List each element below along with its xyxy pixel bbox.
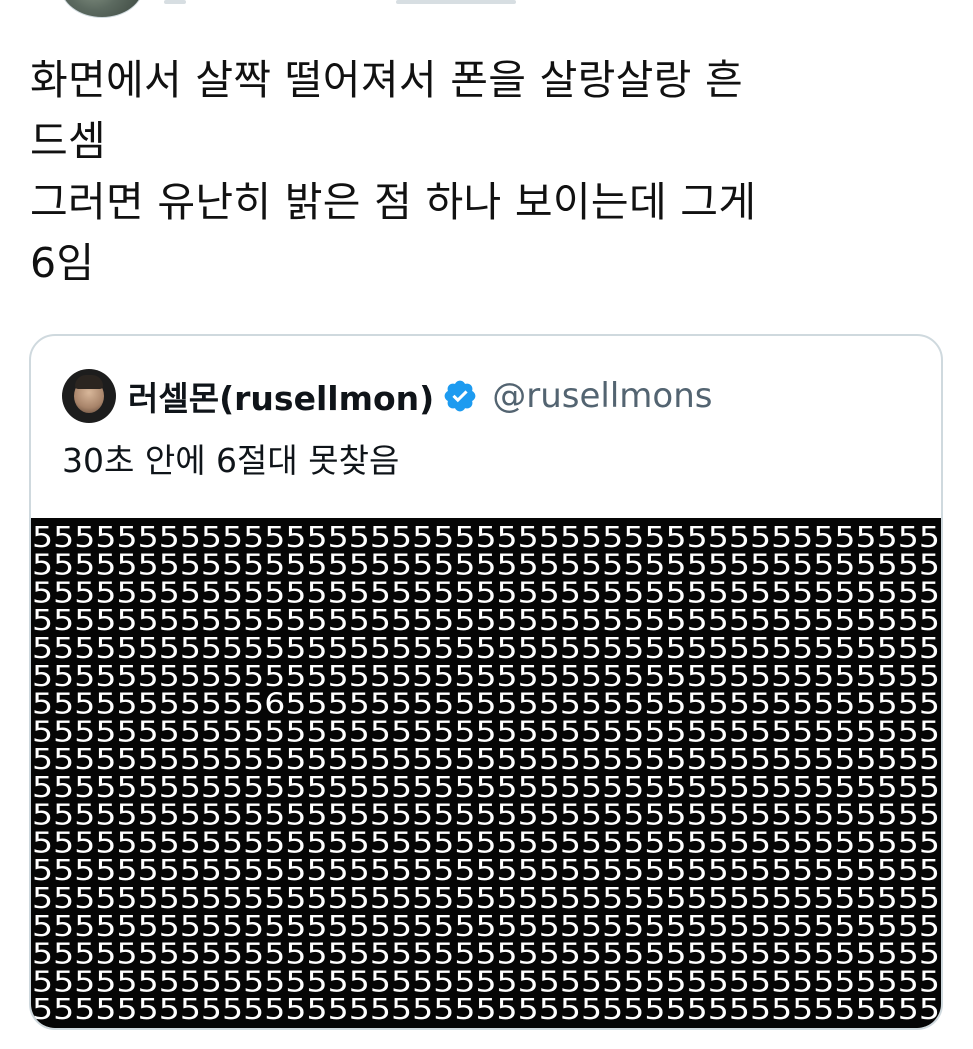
top-faint-text — [396, 0, 516, 4]
quoted-tweet-image[interactable]: 5555555555555555555555555555555555555555… — [31, 518, 941, 1028]
quoted-handle[interactable]: @rusellmons — [492, 376, 712, 416]
digit-row-text: 5555555555555555555555555555555555555555… — [32, 993, 940, 1026]
digit-row: 5555555555555555555555555555555555555555… — [32, 993, 940, 1026]
tweet-text-line: 6임 — [30, 239, 95, 287]
quoted-tweet-header: 러셀몬(rusellmon) @rusellmons — [62, 366, 712, 426]
tweet-text-line: 그러면 유난히 밝은 점 하나 보이는데 그게 — [30, 178, 757, 226]
top-faint-text — [164, 0, 186, 4]
quoted-display-name[interactable]: 러셀몬(rusellmon) — [128, 372, 434, 420]
tweet-text-line: 드셈 — [30, 117, 107, 165]
astronaut-avatar-icon[interactable] — [62, 369, 116, 423]
quoted-tweet-card[interactable]: 러셀몬(rusellmon) @rusellmons 30초 안에 6절대 못찾… — [29, 334, 943, 1030]
quoted-tweet-text: 30초 안에 6절대 못찾음 — [62, 441, 400, 480]
tweet-text-line: 화면에서 살짝 떨어져서 폰을 살랑살랑 흔 — [30, 56, 744, 104]
top-avatar[interactable] — [60, 0, 144, 18]
digit-grid-image: 5555555555555555555555555555555555555555… — [32, 521, 940, 1026]
tweet-text: 화면에서 살짝 떨어져서 폰을 살랑살랑 흔 드셈 그러면 유난히 밝은 점 하… — [30, 50, 950, 294]
verified-badge-icon — [444, 380, 476, 412]
